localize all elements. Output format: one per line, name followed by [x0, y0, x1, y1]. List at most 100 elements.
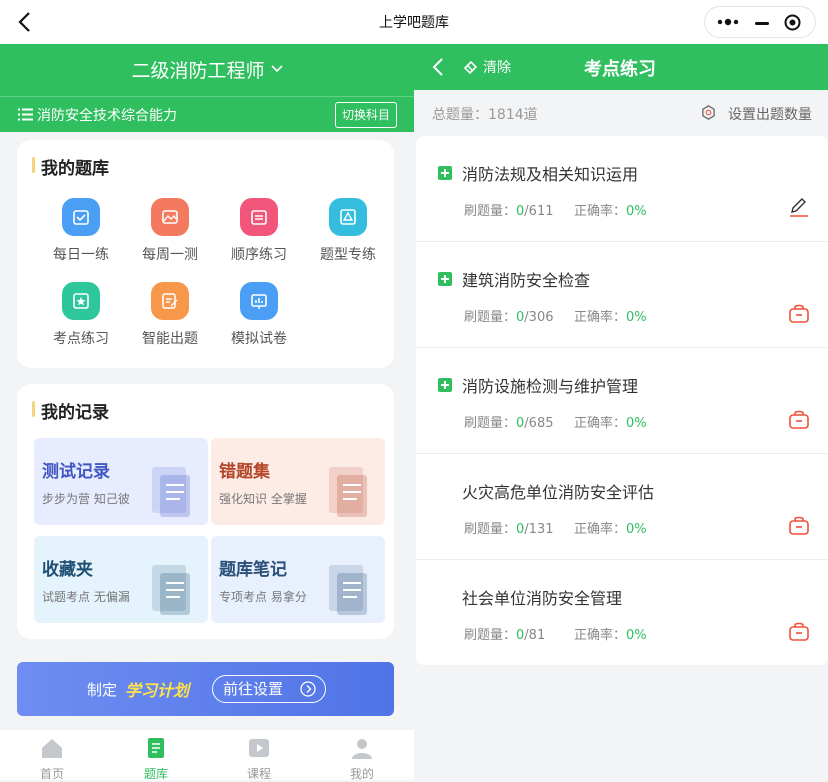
- topic-row[interactable]: 火灾高危单位消防安全评估 刷题量：0/131 正确率：0%: [416, 454, 828, 560]
- total-count: /306: [524, 310, 554, 325]
- record-card-2[interactable]: 错题集强化知识 全掌握: [211, 438, 385, 525]
- gear-icon[interactable]: [701, 105, 716, 120]
- tab-label: 题库: [143, 767, 168, 781]
- tool-label: 智能出题: [142, 331, 198, 347]
- tool-label: 考点练习: [53, 331, 109, 347]
- topic-row[interactable]: 建筑消防安全检查 刷题量：0/306 正确率：0%: [416, 242, 828, 348]
- accuracy-label: 正确率：: [574, 416, 627, 431]
- total-count: /611: [524, 204, 554, 219]
- my-records-title: 我的记录: [32, 398, 109, 423]
- brushed-count: 刷题量：0/131: [464, 518, 554, 537]
- total-count: /81: [524, 628, 546, 643]
- locked-bag-icon[interactable]: [788, 514, 810, 536]
- current-subject: 消防安全技术综合能力: [37, 108, 177, 124]
- accuracy: 正确率：0%: [574, 306, 647, 325]
- locked-bag-icon[interactable]: [788, 408, 810, 430]
- minimize-icon[interactable]: [755, 22, 769, 25]
- record-card-3[interactable]: 收藏夹 试题考点 无偏漏: [34, 536, 208, 623]
- expand-plus-icon[interactable]: [438, 272, 452, 286]
- record-subtitle: 步步为营 知己彼: [42, 492, 130, 506]
- image-icon: [151, 198, 189, 236]
- tool-label: 顺序练习: [231, 247, 287, 263]
- eraser-icon[interactable]: [462, 59, 478, 75]
- banner-prefix: 制定: [87, 681, 118, 699]
- chevron-circle-right-icon: [300, 681, 316, 697]
- expand-plus-icon[interactable]: [438, 166, 452, 180]
- exam-selector[interactable]: 二级消防工程师: [0, 56, 414, 83]
- close-target-icon[interactable]: [784, 14, 801, 31]
- record-subtitle: 强化知识 全掌握: [219, 492, 307, 506]
- topic-row[interactable]: 社会单位消防安全管理 刷题量：0/81 正确率：0%: [416, 560, 828, 665]
- more-dots-icon[interactable]: [717, 15, 739, 29]
- brushed-label: 刷题量：: [464, 310, 517, 325]
- record-card-4[interactable]: 题库笔记 专项考点 易拿分: [211, 536, 385, 623]
- locked-bag-icon[interactable]: [788, 302, 810, 324]
- chart-board-icon: [240, 282, 278, 320]
- calendar-list-icon: [240, 198, 278, 236]
- notes-icon: [329, 565, 367, 615]
- accuracy-value: 0%: [626, 204, 647, 219]
- favorites-icon: [152, 565, 190, 615]
- chevron-down-icon: [270, 65, 283, 73]
- record-card-1[interactable]: 测试记录 步步为营 知己彼: [34, 438, 208, 525]
- topic-row[interactable]: 消防设施检测与维护管理 刷题量：0/685 正确率：0%: [416, 348, 828, 454]
- topic-name: 消防法规及相关知识运用: [462, 165, 639, 184]
- edit-icon[interactable]: [788, 196, 810, 218]
- accuracy-value: 0%: [626, 628, 647, 643]
- brushed-count: 刷题量：0/306: [464, 306, 554, 325]
- go-settings-button[interactable]: 前往设置: [212, 675, 326, 703]
- tool-7[interactable]: 模拟试卷: [219, 282, 299, 348]
- tool-4[interactable]: 题型专练: [308, 198, 388, 264]
- total-count: /685: [524, 416, 554, 431]
- topic-name: 消防设施检测与维护管理: [462, 377, 639, 396]
- question-bank-panel: 二级消防工程师 消防安全技术综合能力 切换科目 我的题库 每日一练每周一测 顺序练…: [0, 44, 414, 782]
- brushed-label: 刷题量：: [464, 522, 517, 537]
- set-question-count-button[interactable]: 设置出题数量: [728, 104, 812, 124]
- bottom-tab-bar: 首页 题库 课程 我的: [0, 730, 414, 782]
- brushed-label: 刷题量：: [464, 204, 517, 219]
- brushed-label: 刷题量：: [464, 628, 517, 643]
- tab-label: 首页: [39, 767, 64, 781]
- topic-name: 建筑消防安全检查: [462, 271, 591, 290]
- go-settings-label: 前往设置: [223, 680, 284, 698]
- topic-practice-panel: 清除 考点练习 总题量：1814道 设置出题数量 消防法规及相关知识运用 刷题量：…: [414, 44, 828, 780]
- switch-subject-button[interactable]: 切换科目: [334, 102, 397, 128]
- tool-2[interactable]: 每周一测: [130, 198, 210, 264]
- test-record-icon: [152, 467, 190, 517]
- my-bank-card: 我的题库 每日一练 每周一测 顺序练习 题型专练 考点练习 智能出题 模拟试卷: [17, 140, 394, 368]
- brushed-count: 刷题量：0/81: [464, 624, 545, 643]
- accuracy-value: 0%: [626, 310, 647, 325]
- topic-row[interactable]: 消防法规及相关知识运用 刷题量：0/611 正确率：0%: [416, 136, 828, 242]
- tab-question-bank[interactable]: 题库: [121, 730, 191, 782]
- back-icon[interactable]: [432, 57, 444, 77]
- accuracy-value: 0%: [626, 522, 647, 537]
- expand-plus-icon[interactable]: [438, 378, 452, 392]
- tool-5[interactable]: 考点练习: [41, 282, 121, 348]
- question-bank-icon: [148, 738, 164, 758]
- star-doc-icon: [62, 282, 100, 320]
- tab-home[interactable]: 首页: [17, 730, 87, 782]
- tool-6[interactable]: 智能出题: [130, 282, 210, 348]
- triangle-doc-icon: [329, 198, 367, 236]
- record-title: 题库笔记: [219, 560, 287, 580]
- practice-header: 清除 考点练习: [414, 44, 828, 90]
- record-title: 错题集: [219, 462, 270, 482]
- clear-button[interactable]: 清除: [483, 57, 511, 77]
- locked-bag-icon[interactable]: [788, 620, 810, 642]
- mini-program-navbar: 上学吧题库: [0, 0, 828, 44]
- tool-label: 每周一测: [142, 247, 198, 263]
- wrong-questions-icon: [329, 467, 367, 517]
- study-plan-banner[interactable]: 制定 学习计划 前往设置: [17, 662, 394, 716]
- page-title: 考点练习: [584, 59, 656, 80]
- tab-video[interactable]: 课程: [224, 730, 294, 782]
- tool-label: 模拟试卷: [231, 331, 287, 347]
- list-icon: [18, 108, 33, 121]
- tab-user[interactable]: 我的: [327, 730, 397, 782]
- tool-1[interactable]: 每日一练: [41, 198, 121, 264]
- edit-doc-icon: [151, 282, 189, 320]
- calendar-check-icon: [62, 198, 100, 236]
- user-icon: [352, 739, 372, 759]
- video-icon: [249, 739, 269, 757]
- brushed-count: 刷题量：0/685: [464, 412, 554, 431]
- tool-3[interactable]: 顺序练习: [219, 198, 299, 264]
